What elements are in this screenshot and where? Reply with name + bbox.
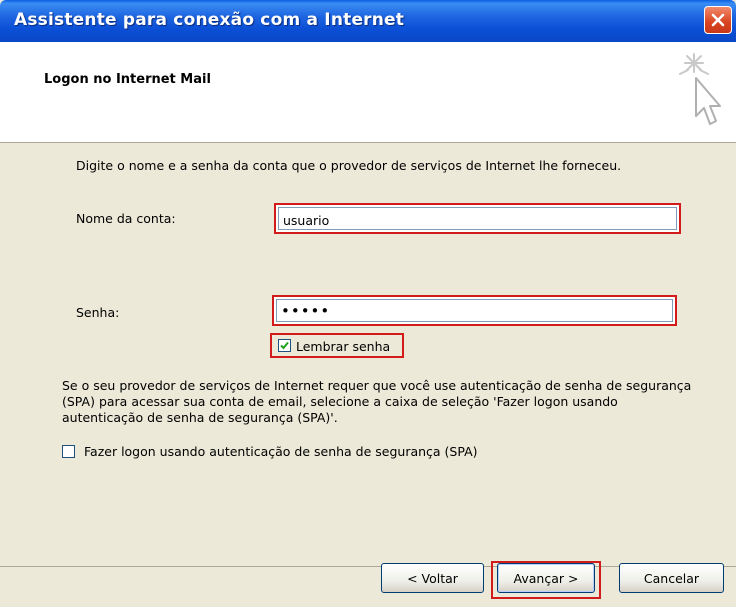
title-bar[interactable]: Assistente para conexão com a Internet bbox=[0, 0, 736, 42]
password-input[interactable]: ••••• bbox=[276, 299, 673, 322]
wizard-window: Assistente para conexão com a Internet L… bbox=[0, 0, 736, 607]
remember-password-checkbox[interactable] bbox=[278, 339, 291, 352]
password-field[interactable]: ••••• bbox=[272, 295, 677, 326]
checkmark-icon bbox=[280, 341, 289, 350]
cursor-sparkle-icon bbox=[679, 53, 721, 125]
account-name-value: usuario bbox=[283, 213, 330, 228]
account-name-input[interactable]: usuario bbox=[278, 207, 677, 230]
account-name-label: Nome da conta: bbox=[76, 211, 176, 226]
cancel-button[interactable]: Cancelar bbox=[619, 563, 724, 593]
close-icon bbox=[711, 13, 725, 27]
back-button[interactable]: < Voltar bbox=[381, 563, 484, 593]
password-value: ••••• bbox=[281, 302, 331, 320]
spa-checkbox[interactable] bbox=[62, 445, 75, 458]
page-title: Logon no Internet Mail bbox=[44, 72, 211, 87]
instruction-text: Digite o nome e a senha da conta que o p… bbox=[76, 158, 622, 173]
close-button[interactable] bbox=[704, 6, 732, 34]
wizard-header: Logon no Internet Mail bbox=[0, 42, 736, 143]
next-button[interactable]: Avançar > bbox=[497, 563, 595, 593]
password-label: Senha: bbox=[76, 305, 120, 320]
spa-description: Se o seu provedor de serviços de Interne… bbox=[62, 378, 692, 425]
remember-password-label[interactable]: Lembrar senha bbox=[296, 339, 390, 354]
remember-password-option[interactable]: Lembrar senha bbox=[270, 333, 404, 358]
window-title: Assistente para conexão com a Internet bbox=[14, 10, 405, 30]
account-name-field[interactable]: usuario bbox=[274, 203, 681, 234]
spa-label[interactable]: Fazer logon usando autenticação de senha… bbox=[84, 444, 478, 459]
